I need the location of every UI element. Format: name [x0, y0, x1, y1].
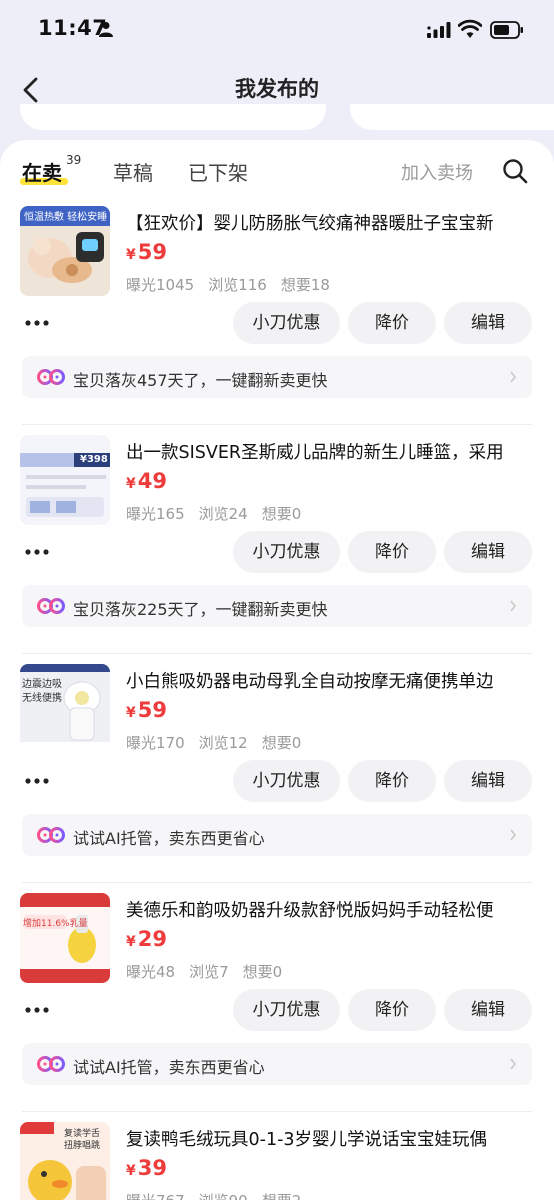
- view-count: 浏览90: [199, 1192, 248, 1200]
- divider: [22, 424, 532, 425]
- product-thumbnail: 恒温热敷 轻松安睡: [20, 206, 110, 296]
- tip-text: 试试AI托管，卖东西更省心: [73, 829, 265, 848]
- listing-stats: 曝光1045 浏览116 想要18: [126, 274, 344, 295]
- want-count: 想要0: [242, 963, 283, 981]
- listing-price: ¥49: [126, 469, 167, 493]
- tip-bar[interactable]: 宝贝落灰457天了，一键翻新卖更快: [22, 356, 532, 398]
- coupon-button[interactable]: 小刀优惠: [233, 989, 340, 1031]
- product-thumbnail: 边震边吸 无线便携: [20, 664, 110, 754]
- background-card: [350, 104, 554, 130]
- view-count: 浏览7: [189, 963, 229, 981]
- thumbnail-caption: 恒温热敷 轻松安睡: [24, 212, 108, 223]
- reduce-price-button[interactable]: 降价: [348, 531, 436, 573]
- tab-label: 在卖: [22, 161, 62, 185]
- listing-item[interactable]: 增加11.6%乳量 美德乐和韵吸奶器升级款舒悦版妈妈手动轻松便 ¥29 曝光48…: [0, 893, 554, 1122]
- infinity-logo-icon: [37, 1056, 65, 1072]
- listing-title[interactable]: 小白熊吸奶器电动母乳全自动按摩无痛便携单边: [126, 668, 536, 693]
- tab-off-shelf[interactable]: 已下架: [188, 157, 248, 186]
- exposure-count: 曝光48: [126, 963, 176, 981]
- divider: [22, 1111, 532, 1112]
- listing-stats: 曝光48 浏览7 想要0: [126, 961, 296, 982]
- divider: [22, 882, 532, 883]
- reduce-price-button[interactable]: 降价: [348, 760, 436, 802]
- want-count: 想要18: [280, 276, 330, 294]
- tab-on-sale[interactable]: 在卖 39: [20, 153, 81, 186]
- tip-bar[interactable]: 宝贝落灰225天了，一键翻新卖更快: [22, 585, 532, 627]
- infinity-logo-icon: [37, 827, 65, 843]
- edit-button[interactable]: 编辑: [444, 302, 532, 344]
- chevron-right-icon: [510, 1058, 517, 1070]
- edit-button[interactable]: 编辑: [444, 760, 532, 802]
- listing-stats: 曝光767 浏览90 想要2: [126, 1190, 315, 1200]
- listing-title[interactable]: 【狂欢价】婴儿防肠胀气绞痛神器暖肚子宝宝新: [126, 210, 536, 235]
- tip-text: 宝贝落灰457天了，一键翻新卖更快: [73, 371, 328, 390]
- tab-count-badge: 39: [66, 153, 82, 167]
- product-thumbnail: 增加11.6%乳量: [20, 893, 110, 983]
- more-options-icon[interactable]: [24, 777, 50, 785]
- exposure-count: 曝光170: [126, 734, 185, 752]
- status-time: 11:47: [38, 16, 108, 40]
- view-count: 浏览116: [208, 276, 267, 294]
- listing-item[interactable]: 边震边吸 无线便携 小白熊吸奶器电动母乳全自动按摩无痛便携单边 ¥59 曝光17…: [0, 664, 554, 893]
- battery-icon: [490, 21, 523, 39]
- thumbnail-caption: 复读学舌 扭脖唱跳: [64, 1129, 101, 1151]
- tip-bar[interactable]: 试试AI托管，卖东西更省心: [22, 814, 532, 856]
- exposure-count: 曝光165: [126, 505, 185, 523]
- listing-item[interactable]: 恒温热敷 轻松安睡 【狂欢价】婴儿防肠胀气绞痛神器暖肚子宝宝新 ¥59 曝光10…: [0, 206, 554, 435]
- reduce-price-button[interactable]: 降价: [348, 302, 436, 344]
- view-count: 浏览12: [198, 734, 248, 752]
- tab-bar: 在卖 39 草稿 已下架 加入卖场: [0, 140, 554, 200]
- listing-title[interactable]: 美德乐和韵吸奶器升级款舒悦版妈妈手动轻松便: [126, 897, 536, 922]
- tip-text: 试试AI托管，卖东西更省心: [73, 1058, 265, 1077]
- more-options-icon[interactable]: [24, 319, 50, 327]
- add-to-store-link[interactable]: 加入卖场: [401, 159, 473, 185]
- want-count: 想要0: [261, 734, 302, 752]
- divider: [22, 653, 532, 654]
- signal-icon: [427, 22, 451, 38]
- listings-sheet: 在卖 39 草稿 已下架 加入卖场 恒温热敷 轻松安睡 【狂欢价】婴儿防肠胀气绞…: [0, 140, 554, 1200]
- wifi-icon: [458, 19, 482, 38]
- search-icon[interactable]: [501, 157, 529, 185]
- listing-stats: 曝光165 浏览24 想要0: [126, 503, 315, 524]
- background-card: [20, 104, 326, 130]
- coupon-button[interactable]: 小刀优惠: [233, 760, 340, 802]
- listing-price: ¥29: [126, 927, 167, 951]
- reduce-price-button[interactable]: 降价: [348, 989, 436, 1031]
- tab-drafts[interactable]: 草稿: [113, 157, 153, 186]
- want-count: 想要2: [262, 1192, 302, 1200]
- want-count: 想要0: [261, 505, 302, 523]
- product-thumbnail: ¥398: [20, 435, 110, 525]
- thumbnail-caption: ¥398: [80, 454, 108, 465]
- more-options-icon[interactable]: [24, 1006, 50, 1014]
- more-options-icon[interactable]: [24, 548, 50, 556]
- listing-price: ¥59: [126, 698, 167, 722]
- tip-text: 宝贝落灰225天了，一键翻新卖更快: [73, 600, 328, 619]
- listing-item[interactable]: ¥398 出一款SISVER圣斯威儿品牌的新生儿睡篮，采用 ¥49 曝光165 浏…: [0, 435, 554, 664]
- edit-button[interactable]: 编辑: [444, 531, 532, 573]
- chevron-right-icon: [510, 600, 517, 612]
- tip-bar[interactable]: 试试AI托管，卖东西更省心: [22, 1043, 532, 1085]
- view-count: 浏览24: [198, 505, 248, 523]
- person-icon: [99, 22, 113, 37]
- coupon-button[interactable]: 小刀优惠: [233, 302, 340, 344]
- exposure-count: 曝光1045: [126, 276, 195, 294]
- listing-price: ¥39: [126, 1156, 167, 1180]
- coupon-button[interactable]: 小刀优惠: [233, 531, 340, 573]
- edit-button[interactable]: 编辑: [444, 989, 532, 1031]
- thumbnail-caption: 增加11.6%乳量: [23, 919, 88, 929]
- infinity-logo-icon: [37, 598, 65, 614]
- status-bar: 11:47: [0, 0, 554, 60]
- infinity-logo-icon: [37, 369, 65, 385]
- listing-stats: 曝光170 浏览12 想要0: [126, 732, 315, 753]
- chevron-right-icon: [510, 829, 517, 841]
- product-thumbnail: 复读学舌 扭脖唱跳: [20, 1122, 110, 1200]
- listing-price: ¥59: [126, 240, 167, 264]
- exposure-count: 曝光767: [126, 1192, 185, 1200]
- page-title: 我发布的: [235, 77, 319, 101]
- listing-title[interactable]: 复读鸭毛绒玩具0-1-3岁婴儿学说话宝宝娃玩偶: [126, 1126, 536, 1151]
- chevron-right-icon: [510, 371, 517, 383]
- listing-item[interactable]: 复读学舌 扭脖唱跳 复读鸭毛绒玩具0-1-3岁婴儿学说话宝宝娃玩偶 ¥39 曝光…: [0, 1122, 554, 1200]
- listing-title[interactable]: 出一款SISVER圣斯威儿品牌的新生儿睡篮，采用: [126, 439, 536, 464]
- thumbnail-caption: 边震边吸 无线便携: [22, 679, 62, 704]
